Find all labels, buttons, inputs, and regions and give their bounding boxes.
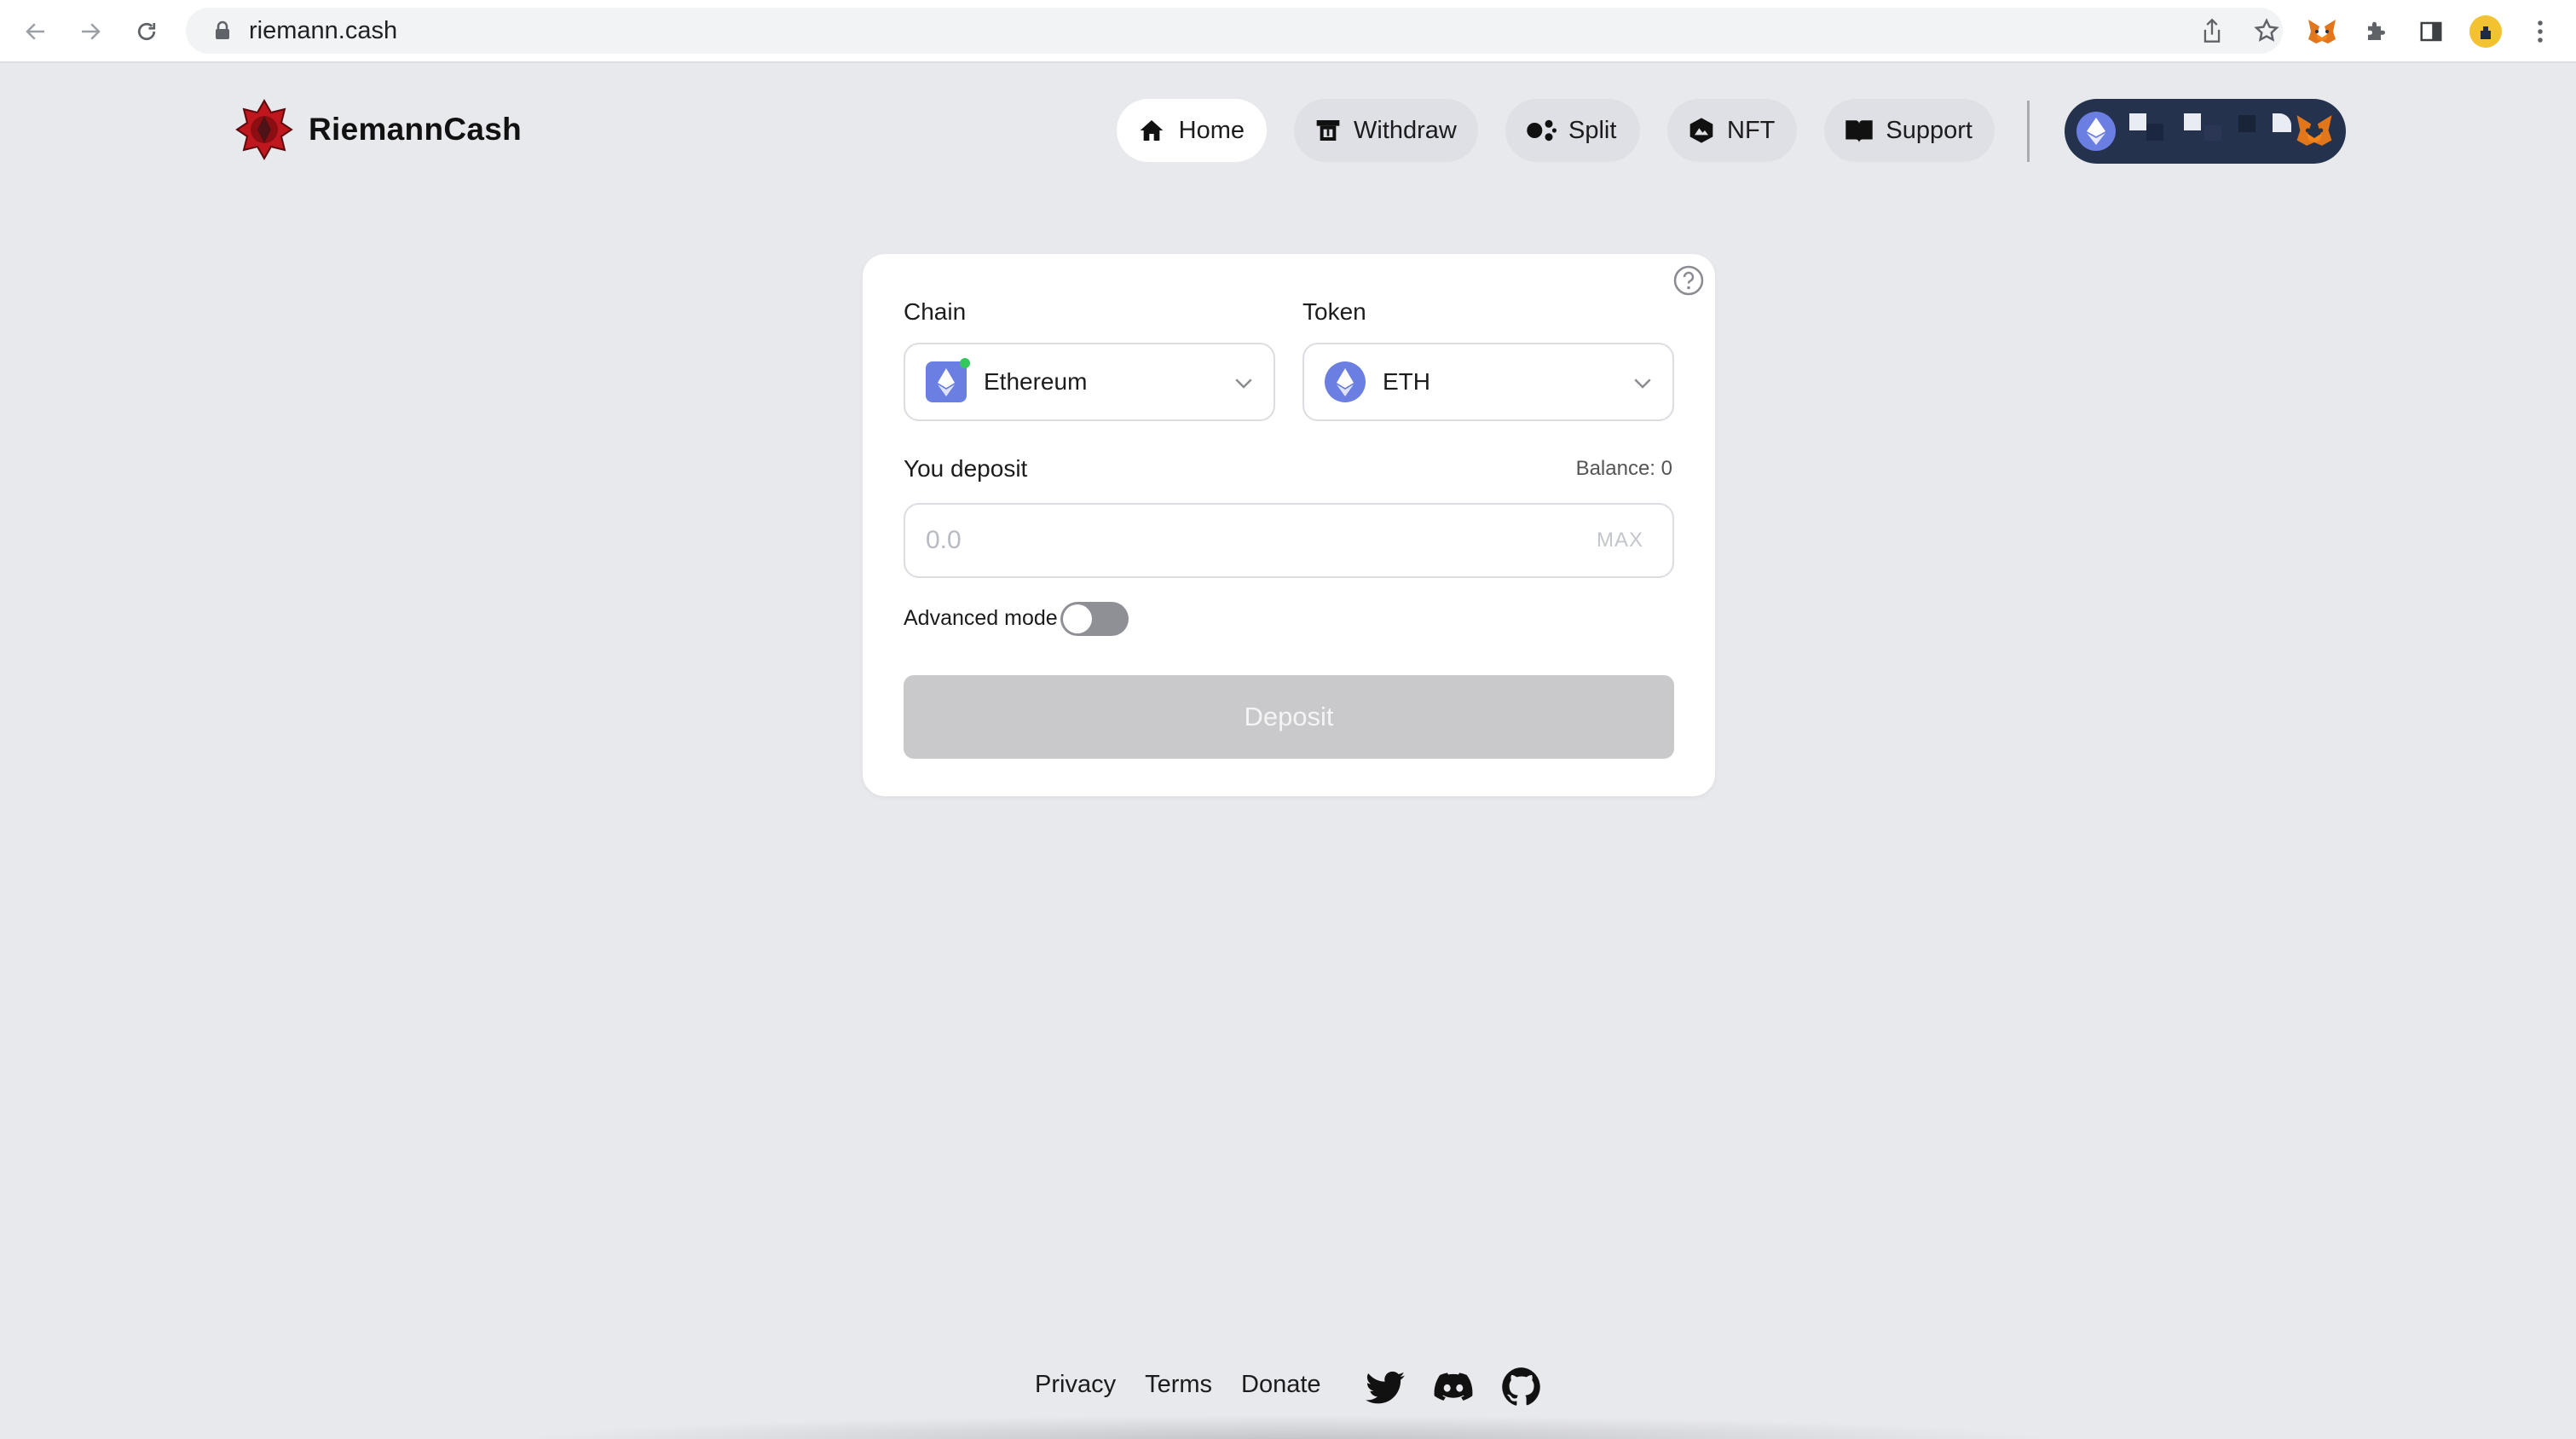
address-bar[interactable]: riemann.cash bbox=[186, 8, 2283, 54]
brand-logo[interactable]: RiemannCash bbox=[235, 99, 522, 160]
nav-support[interactable]: Support bbox=[1824, 99, 1995, 162]
extensions-puzzle-icon[interactable] bbox=[2358, 13, 2395, 50]
balance-text: Balance: 0 bbox=[1575, 457, 1672, 480]
ethereum-chain-icon bbox=[926, 358, 970, 402]
chain-select[interactable]: Ethereum bbox=[904, 343, 1275, 421]
browser-toolbar: riemann.cash bbox=[0, 0, 2576, 63]
terms-link[interactable]: Terms bbox=[1145, 1371, 1212, 1399]
chevron-down-icon bbox=[1235, 379, 1252, 389]
forward-icon[interactable] bbox=[72, 13, 109, 50]
back-icon[interactable] bbox=[17, 13, 55, 50]
amount-input[interactable]: 0.0 MAX bbox=[904, 503, 1674, 578]
profile-avatar[interactable] bbox=[2467, 13, 2504, 50]
book-icon bbox=[1845, 115, 1874, 146]
max-button[interactable]: MAX bbox=[1597, 529, 1643, 552]
split-icon bbox=[1526, 115, 1557, 146]
nav-withdraw[interactable]: Withdraw bbox=[1294, 99, 1478, 162]
chevron-down-icon bbox=[1634, 379, 1651, 389]
metamask-fox-icon bbox=[2296, 115, 2332, 146]
github-icon[interactable] bbox=[1500, 1366, 1543, 1408]
browser-menu-icon[interactable] bbox=[2521, 13, 2559, 50]
advanced-mode-label: Advanced mode bbox=[904, 606, 1058, 630]
header-divider bbox=[2027, 101, 2030, 162]
url-text: riemann.cash bbox=[249, 16, 398, 44]
deposit-button[interactable]: Deposit bbox=[904, 675, 1674, 759]
brand-name: RiemannCash bbox=[309, 112, 523, 147]
discord-icon[interactable] bbox=[1432, 1366, 1475, 1408]
connected-dot bbox=[960, 358, 970, 368]
ethereum-icon bbox=[2076, 112, 2116, 151]
advanced-mode-toggle[interactable] bbox=[1060, 602, 1129, 636]
chain-label: Chain bbox=[904, 298, 967, 325]
nav-support-label: Support bbox=[1886, 116, 1972, 144]
lock-icon bbox=[210, 18, 235, 43]
footer-shadow bbox=[511, 1415, 2063, 1439]
nav-withdraw-label: Withdraw bbox=[1354, 116, 1457, 144]
toggle-knob bbox=[1063, 604, 1092, 633]
eth-token-icon bbox=[1325, 361, 1366, 402]
twitter-icon[interactable] bbox=[1364, 1366, 1406, 1408]
nav-nft-label: NFT bbox=[1727, 116, 1776, 144]
metamask-extension-icon[interactable] bbox=[2303, 13, 2341, 50]
token-label: Token bbox=[1302, 298, 1366, 325]
wallet-identicon bbox=[2123, 112, 2302, 151]
reload-icon[interactable] bbox=[128, 13, 165, 50]
privacy-link[interactable]: Privacy bbox=[1035, 1371, 1116, 1399]
deposit-label: You deposit bbox=[904, 455, 1028, 482]
nav-split[interactable]: Split bbox=[1505, 99, 1640, 162]
nav-nft[interactable]: NFT bbox=[1667, 99, 1797, 162]
nft-icon bbox=[1688, 115, 1715, 146]
help-icon[interactable] bbox=[1672, 264, 1705, 297]
wallet-connect-button[interactable] bbox=[2065, 99, 2346, 164]
token-select[interactable]: ETH bbox=[1302, 343, 1674, 421]
deposit-card: Chain Token Ethereum ETH You deposit Bal… bbox=[863, 254, 1715, 796]
footer-links: Privacy Terms Donate bbox=[1035, 1371, 1350, 1399]
riemann-logo-icon bbox=[235, 99, 293, 160]
home-icon bbox=[1137, 115, 1167, 146]
bookmark-star-icon[interactable] bbox=[2252, 16, 2281, 45]
chain-value: Ethereum bbox=[984, 368, 1088, 395]
side-panel-icon[interactable] bbox=[2412, 13, 2450, 50]
withdraw-icon bbox=[1314, 115, 1342, 146]
token-value: ETH bbox=[1383, 368, 1430, 395]
nav-home-label: Home bbox=[1178, 116, 1245, 144]
amount-placeholder: 0.0 bbox=[926, 526, 962, 554]
nav-split-label: Split bbox=[1568, 116, 1617, 144]
donate-link[interactable]: Donate bbox=[1241, 1371, 1321, 1399]
nav-home[interactable]: Home bbox=[1117, 99, 1267, 162]
share-icon[interactable] bbox=[2198, 16, 2227, 45]
